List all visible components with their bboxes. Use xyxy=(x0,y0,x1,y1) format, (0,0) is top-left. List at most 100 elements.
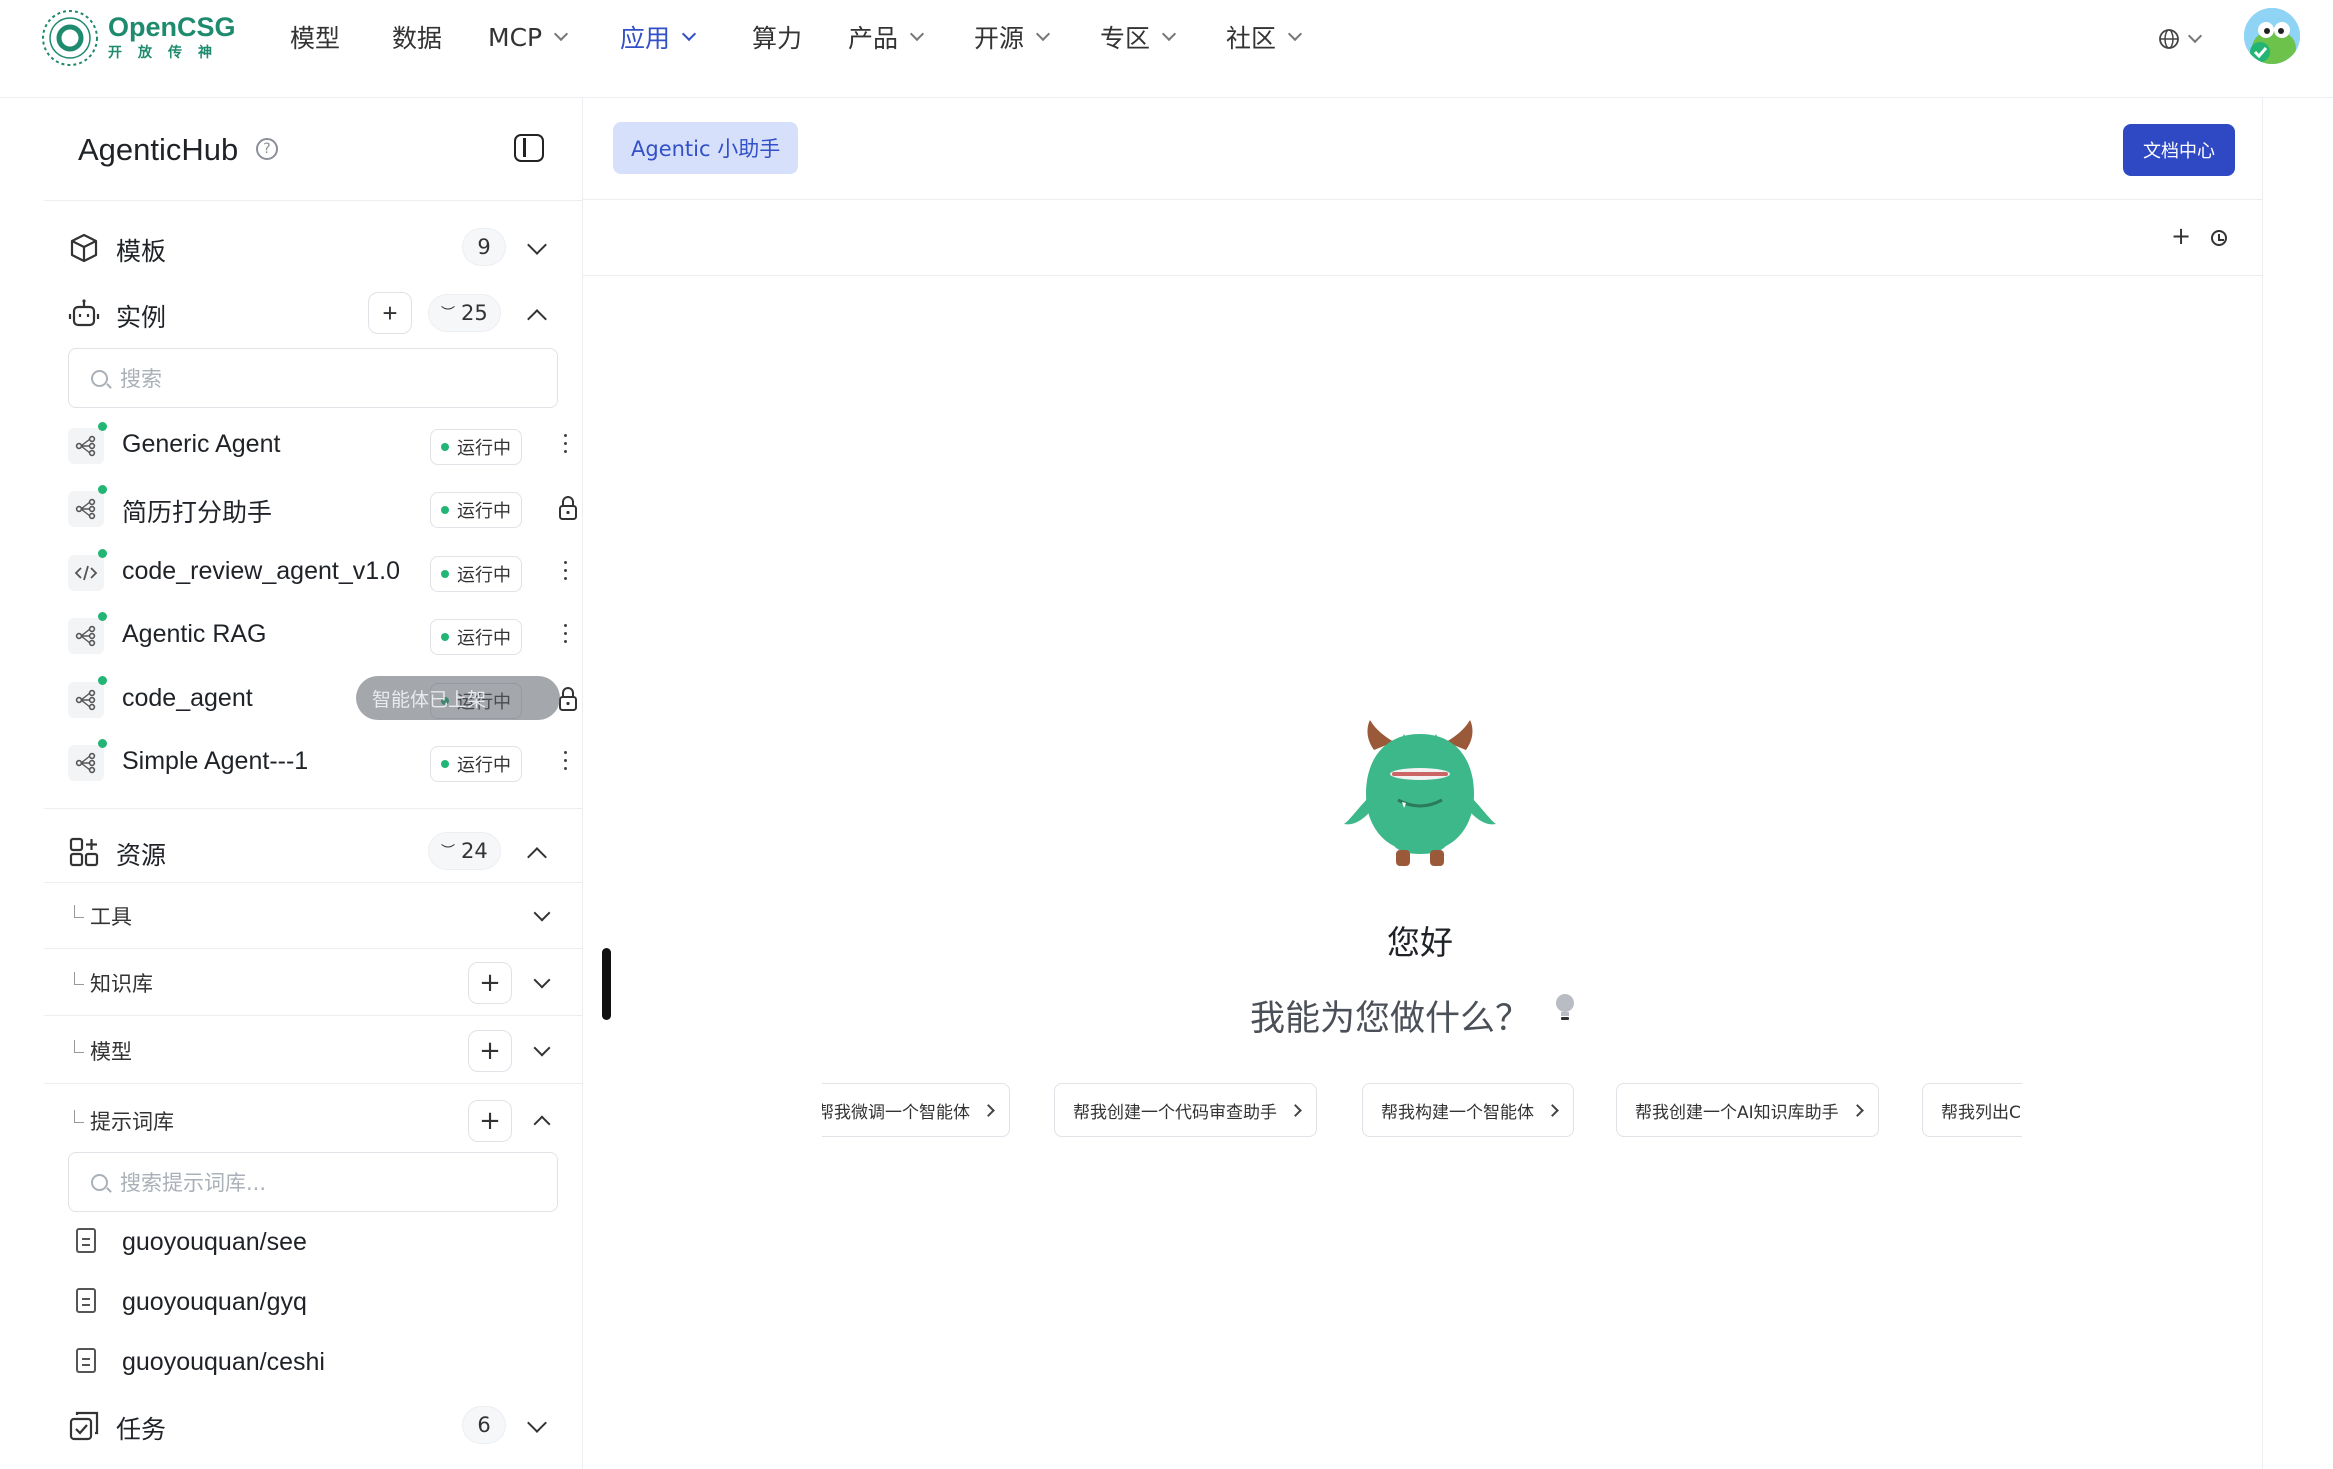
tooltip: 智能体已上架 xyxy=(356,676,560,720)
chevron-down-icon[interactable] xyxy=(533,904,551,922)
online-indicator xyxy=(98,739,107,748)
online-indicator xyxy=(98,549,107,558)
section-label: 实例 xyxy=(116,303,167,332)
resource-prompt-library[interactable]: 提示词库 + xyxy=(44,1088,582,1154)
resource-models[interactable]: 模型 + xyxy=(44,1018,582,1084)
chevron-up-icon[interactable] xyxy=(527,847,547,867)
instance-item[interactable]: Agentic RAG 运行中 xyxy=(68,608,578,664)
add-prompt-button[interactable]: + xyxy=(468,1100,512,1142)
main-header: Agentic 小助手 文档中心 xyxy=(583,98,2263,200)
logo-mark-icon xyxy=(40,8,100,68)
logo-subtitle: 开放传神 xyxy=(108,45,228,61)
add-instance-button[interactable]: + xyxy=(368,292,412,334)
chevron-right-icon xyxy=(982,1103,995,1117)
chevron-right-icon xyxy=(1289,1103,1302,1117)
add-knowledge-base-button[interactable]: + xyxy=(468,962,512,1004)
more-options-icon[interactable] xyxy=(564,561,568,583)
suggestion-chip[interactable]: 帮我构建一个智能体 xyxy=(1362,1083,1574,1137)
help-icon[interactable]: ? xyxy=(256,138,278,160)
prompt-question: 我能为您做什么？ xyxy=(1250,999,1531,1039)
more-options-icon[interactable] xyxy=(564,624,568,646)
instance-name: 简历打分助手 xyxy=(122,499,273,527)
mascot-illustration xyxy=(1340,716,1500,872)
instance-name: Agentic RAG xyxy=(122,620,267,648)
agentichub-sidebar: AgenticHub ? 模板 9 实例 + ︶ 25 搜索 Generic A… xyxy=(44,98,582,1469)
lock-icon[interactable] xyxy=(558,495,578,521)
section-templates[interactable]: 模板 9 xyxy=(44,220,582,272)
chevron-down-icon[interactable] xyxy=(527,1413,547,1433)
nav-apps[interactable]: 应用 xyxy=(620,20,697,54)
count-badge: ︶ 24 xyxy=(428,832,501,870)
status-dot xyxy=(441,506,449,514)
status-badge: 运行中 xyxy=(430,492,522,528)
avatar-image xyxy=(2244,8,2300,64)
nav-opensource[interactable]: 开源 xyxy=(974,20,1051,54)
resource-tools[interactable]: 工具 xyxy=(44,883,582,949)
lock-icon[interactable] xyxy=(558,686,578,712)
prompt-search-input[interactable]: 搜索提示词库... xyxy=(68,1152,558,1212)
count-badge: 6 xyxy=(462,1406,506,1444)
document-icon xyxy=(76,1348,96,1373)
suggestion-chip[interactable]: 帮我列出C xyxy=(1922,1083,2022,1137)
chevron-up-icon[interactable] xyxy=(527,309,547,329)
chevron-up-icon[interactable] xyxy=(533,1115,551,1133)
task-check-icon xyxy=(69,1411,99,1441)
prompt-item[interactable]: guoyouquan/gyq xyxy=(68,1276,568,1332)
section-tasks[interactable]: 任务 6 xyxy=(44,1398,582,1450)
nav-mcp[interactable]: MCP xyxy=(488,20,569,54)
main-border xyxy=(2262,98,2263,1469)
instance-name: code_review_agent_v1.0 xyxy=(122,557,400,585)
chevron-down-icon[interactable] xyxy=(527,235,547,255)
user-avatar[interactable] xyxy=(2244,8,2300,64)
status-dot xyxy=(441,570,449,578)
instance-item[interactable]: Simple Agent---1 运行中 xyxy=(68,735,578,791)
language-switcher[interactable] xyxy=(2158,24,2203,54)
prompt-item[interactable]: guoyouquan/ceshi xyxy=(68,1336,568,1392)
add-model-button[interactable]: + xyxy=(468,1030,512,1072)
chevron-down-icon[interactable] xyxy=(533,971,551,989)
chevron-down-icon[interactable] xyxy=(533,1039,551,1057)
more-options-icon[interactable] xyxy=(564,751,568,773)
workflow-icon xyxy=(68,618,104,654)
resource-knowledge-base[interactable]: 知识库 + xyxy=(44,950,582,1016)
section-resources[interactable]: 资源 ︶ 24 xyxy=(44,824,582,876)
docs-center-button[interactable]: 文档中心 xyxy=(2123,124,2235,176)
suggestion-chip[interactable]: 帮我创建一个AI知识库助手 xyxy=(1616,1083,1879,1137)
history-icon[interactable] xyxy=(2211,230,2227,246)
nav-zones[interactable]: 专区 xyxy=(1100,20,1177,54)
greeting-text: 您好 xyxy=(1387,923,1453,962)
nav-datasets[interactable]: 数据 xyxy=(392,20,442,54)
code-icon xyxy=(68,555,104,591)
instance-name: code_agent xyxy=(122,684,253,712)
cube-icon xyxy=(70,233,98,263)
instance-search-input[interactable]: 搜索 xyxy=(68,348,558,408)
tab-agentic-assistant[interactable]: Agentic 小助手 xyxy=(613,122,799,174)
divider xyxy=(44,808,582,809)
count-badge: 9 xyxy=(462,228,506,266)
prompt-item[interactable]: guoyouquan/see xyxy=(68,1216,568,1272)
nav-community[interactable]: 社区 xyxy=(1226,20,1303,54)
eye-closed-icon: ︶ xyxy=(441,306,455,322)
status-dot xyxy=(441,633,449,641)
instance-item[interactable]: code_review_agent_v1.0 运行中 xyxy=(68,545,578,601)
status-badge: 运行中 xyxy=(430,556,522,592)
new-chat-icon[interactable]: + xyxy=(2171,222,2191,250)
nav-products[interactable]: 产品 xyxy=(848,20,925,54)
sidebar-border xyxy=(582,98,583,1469)
resize-handle[interactable] xyxy=(602,948,611,1020)
document-icon xyxy=(76,1288,96,1313)
nav-compute[interactable]: 算力 xyxy=(752,20,802,54)
sidebar-title: AgenticHub xyxy=(78,132,239,167)
count-badge: ︶ 25 xyxy=(428,294,501,332)
chevron-right-icon xyxy=(1850,1103,1864,1117)
suggestion-chip[interactable]: 帮我创建一个代码审查助手 xyxy=(1054,1083,1317,1137)
nav-models[interactable]: 模型 xyxy=(290,20,340,54)
more-options-icon[interactable] xyxy=(564,434,568,456)
instance-item[interactable]: 简历打分助手 运行中 xyxy=(68,481,578,537)
section-instances[interactable]: 实例 + ︶ 25 xyxy=(44,286,582,338)
suggestion-chip[interactable]: 帮我微调一个智能体 xyxy=(822,1083,1010,1137)
instance-item[interactable]: Generic Agent 运行中 xyxy=(68,418,578,474)
sidebar-toggle-icon[interactable] xyxy=(514,134,544,162)
workflow-icon xyxy=(68,745,104,781)
opencsg-logo[interactable]: OpenCSG 开放传神 xyxy=(40,6,240,70)
